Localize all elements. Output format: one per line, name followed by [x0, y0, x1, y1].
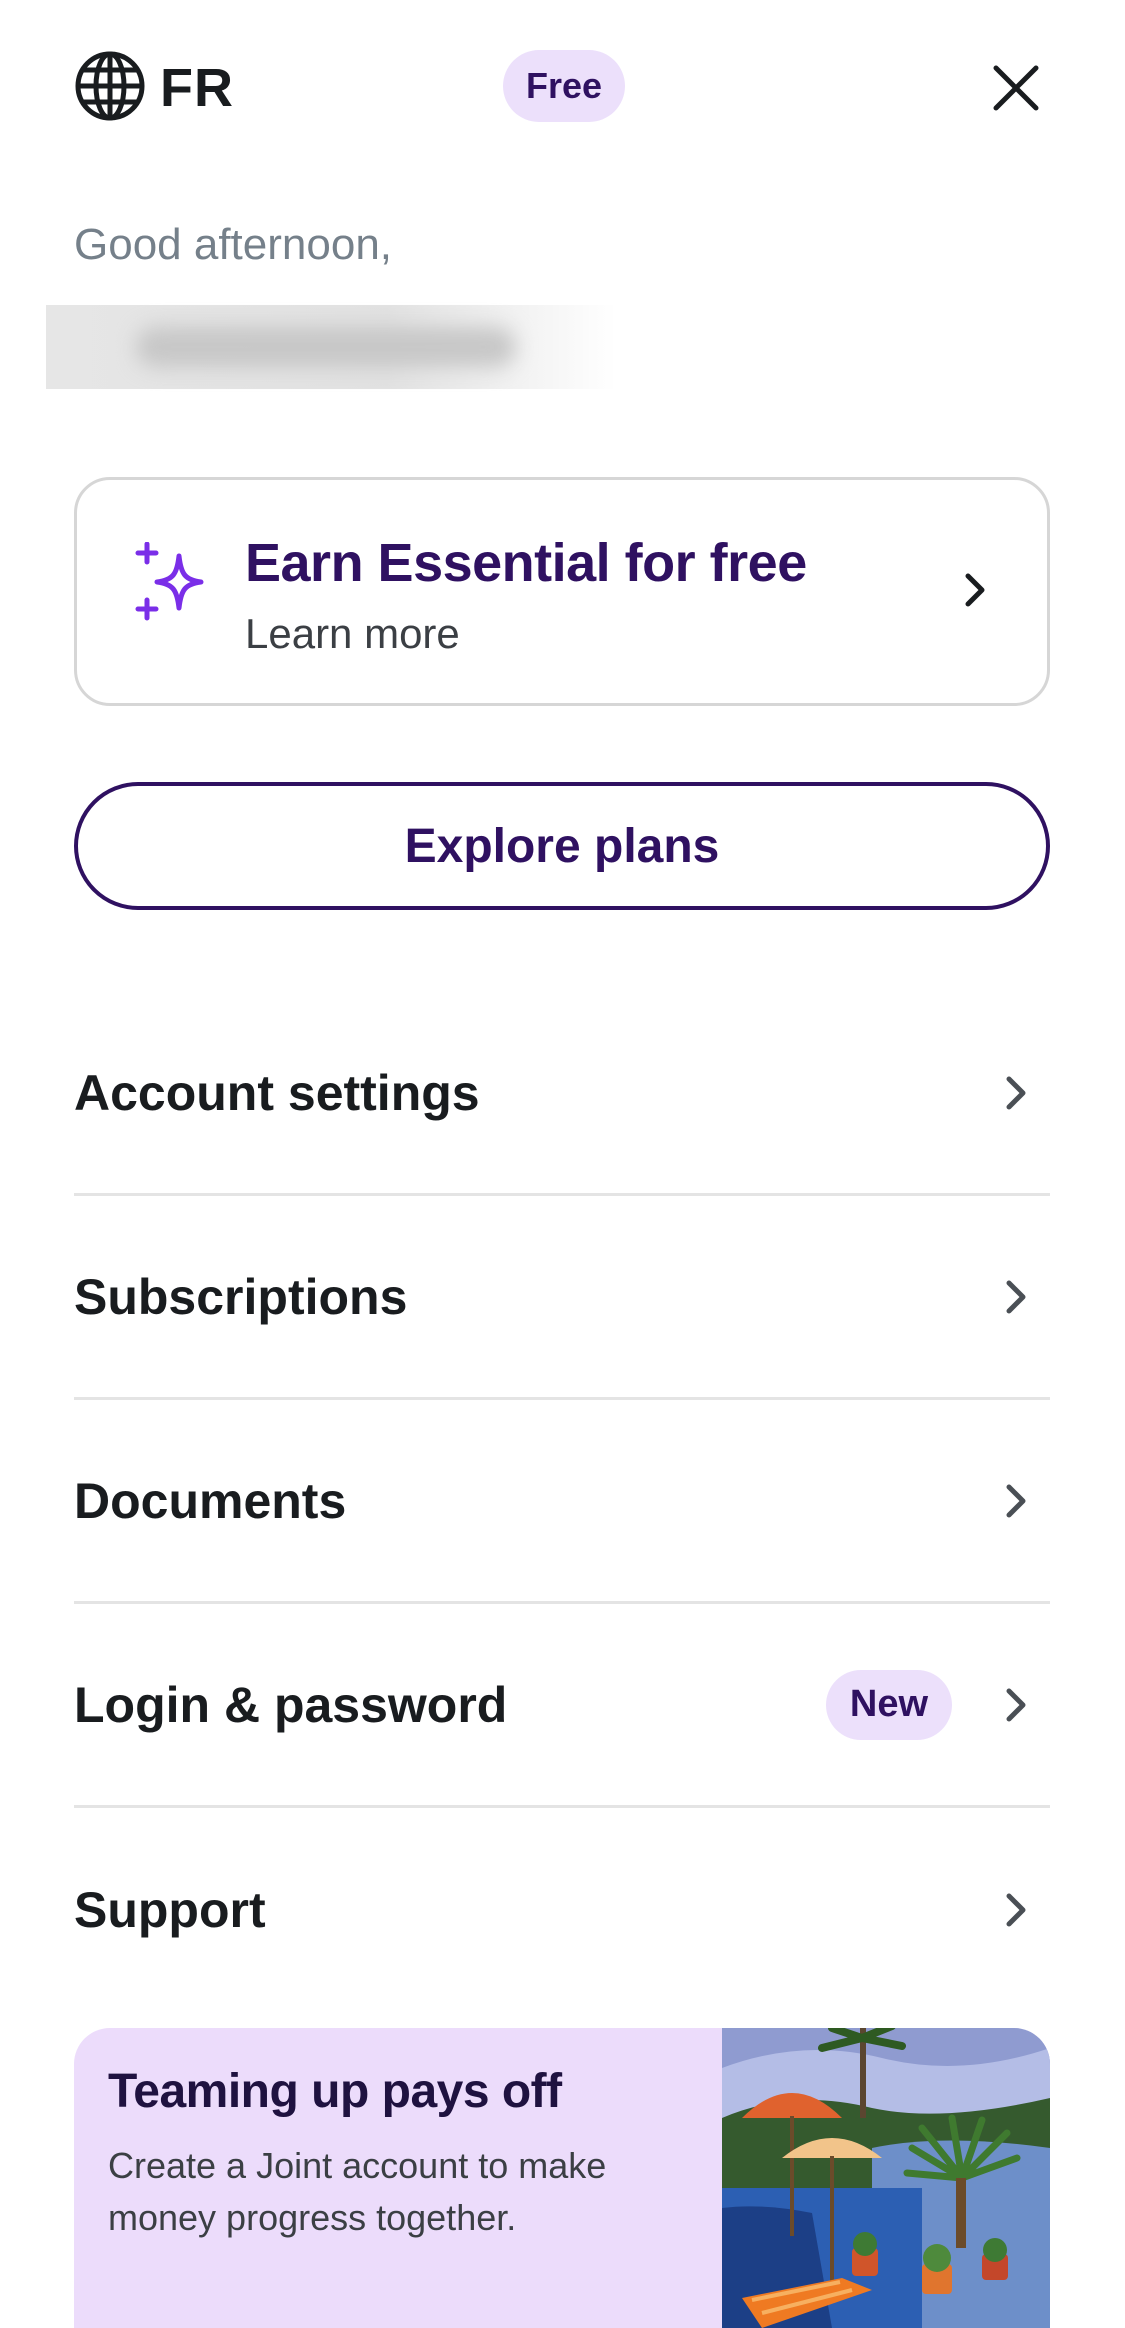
close-icon [993, 65, 1039, 111]
banner-text: Create a Joint account to make money pro… [108, 2145, 607, 2238]
menu-item-login-password[interactable]: Login & password New [74, 1604, 1050, 1808]
explore-plans-button[interactable]: Explore plans [74, 782, 1050, 910]
sparkle-icon [135, 542, 204, 621]
chevron-right-icon [1006, 1688, 1026, 1721]
globe-icon [74, 50, 146, 127]
chevron-right-icon [965, 573, 985, 607]
menu-item-subscriptions[interactable]: Subscriptions [74, 1196, 1050, 1400]
menu-item-label: Account settings [74, 1064, 480, 1121]
menu-item-label: Login & password [74, 1676, 508, 1733]
promo-learn-more: Learn more [245, 610, 460, 657]
new-badge: New [826, 1669, 952, 1740]
earn-essential-card[interactable]: Earn Essential for free Learn more [74, 477, 1050, 706]
menu-item-account-settings[interactable]: Account settings [74, 992, 1050, 1196]
language-selector[interactable]: FR [74, 50, 234, 127]
chevron-right-icon [1006, 1280, 1026, 1313]
menu-item-label: Subscriptions [74, 1268, 408, 1325]
plan-badge: Free [503, 50, 625, 122]
chevron-right-icon [1006, 1484, 1026, 1517]
chevron-right-icon [1006, 1076, 1026, 1109]
chevron-right-icon [1006, 1893, 1026, 1927]
banner-title: Teaming up pays off [108, 2065, 562, 2118]
menu-item-label: Documents [74, 1472, 347, 1529]
greeting-text: Good afternoon, [74, 220, 393, 269]
menu-item-documents[interactable]: Documents [74, 1400, 1050, 1604]
poolside-illustration [722, 2028, 1050, 2328]
user-name-redacted [46, 305, 616, 389]
promo-title: Earn Essential for free [245, 533, 807, 593]
menu-item-support[interactable]: Support [74, 1808, 1050, 2012]
joint-account-banner[interactable]: Teaming up pays off Create a Joint accou… [74, 2028, 1050, 2328]
menu-item-label: Support [74, 1882, 266, 1938]
close-button[interactable] [980, 52, 1052, 124]
language-code: FR [160, 58, 234, 118]
